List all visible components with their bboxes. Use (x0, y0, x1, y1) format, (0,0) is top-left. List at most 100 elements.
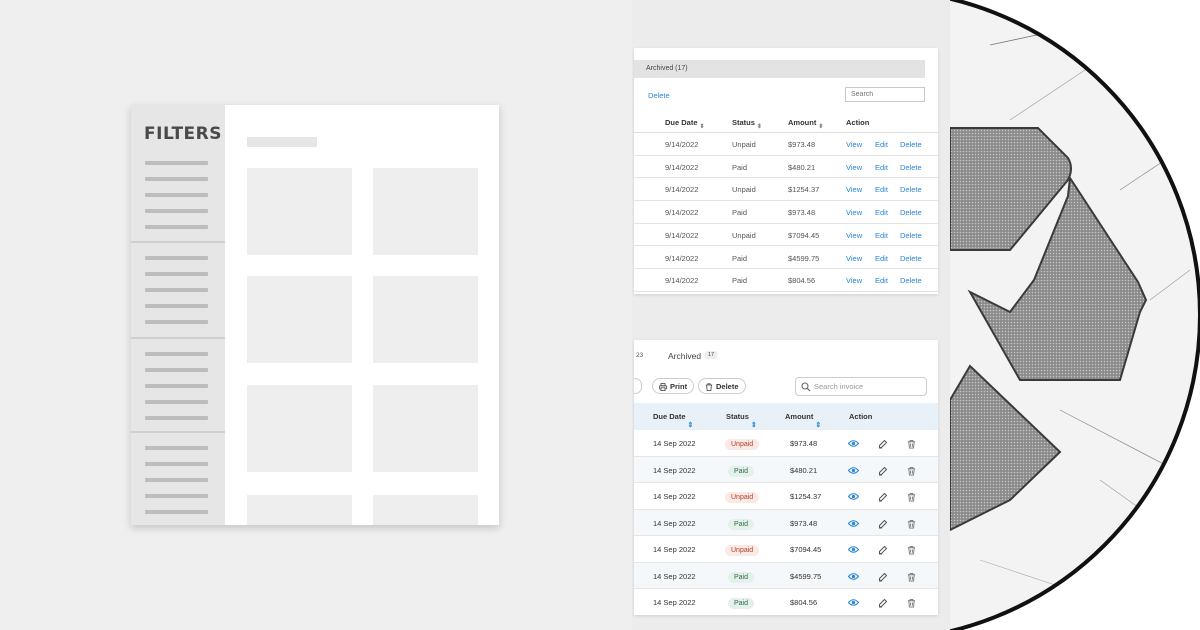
edit-icon[interactable] (878, 492, 888, 504)
edit-icon[interactable] (878, 598, 888, 610)
content-tile (373, 495, 478, 525)
table-row: 14 Sep 2022 Paid $973.48 (634, 509, 938, 536)
filter-line (145, 462, 208, 466)
eye-icon[interactable] (847, 492, 860, 503)
trash-icon[interactable] (907, 545, 916, 557)
delete-link[interactable]: Delete (900, 163, 922, 172)
table-row: 14 Sep 2022 Unpaid $1254.37 (634, 483, 938, 510)
sort-icon: ⇕ (687, 422, 694, 429)
filters-title: FILTERS (144, 124, 222, 144)
due-date-cell: 9/14/2022 (665, 208, 699, 218)
edit-link[interactable]: Edit (875, 163, 888, 172)
eye-icon[interactable] (847, 572, 860, 583)
edit-link[interactable]: Edit (875, 185, 888, 194)
filter-line (145, 494, 208, 498)
eye-icon[interactable] (847, 439, 860, 450)
table-row: 9/14/2022 Paid $480.21 View Edit Delete (634, 156, 938, 179)
filter-line (145, 400, 208, 404)
status-cell: Paid (732, 162, 748, 172)
status-cell: Paid (732, 253, 748, 263)
edit-icon[interactable] (878, 439, 888, 451)
view-link[interactable]: View (846, 276, 862, 285)
eye-icon[interactable] (847, 545, 860, 556)
delete-link[interactable]: Delete (900, 276, 922, 285)
edit-link[interactable]: Edit (875, 140, 888, 149)
table-row: 9/14/2022 Unpaid $7094.45 View Edit Delete (634, 224, 938, 247)
status-cell: Paid (732, 276, 748, 286)
column-header-due-date[interactable]: Due Date ⬍ (665, 118, 705, 130)
view-link[interactable]: View (846, 208, 862, 217)
new-invoice-table: 23 Archived 17 Print Delete Search invoi… (634, 340, 938, 615)
due-date-cell: 9/14/2022 (665, 253, 699, 263)
tab-archived[interactable]: Archived (17) (646, 65, 688, 72)
status-badge: Unpaid (725, 492, 760, 503)
edit-icon[interactable] (878, 572, 888, 584)
view-link[interactable]: View (846, 163, 862, 172)
trash-icon[interactable] (907, 466, 916, 478)
status-badge: Unpaid (725, 545, 760, 556)
print-button[interactable]: Print (652, 378, 695, 394)
eye-icon[interactable] (847, 598, 860, 609)
trash-icon[interactable] (907, 519, 916, 531)
delete-link[interactable]: Delete (900, 185, 922, 194)
view-link[interactable]: View (846, 185, 862, 194)
filters-wireframe-panel: FILTERS (0, 0, 632, 630)
eye-icon[interactable] (847, 519, 860, 530)
search-icon (801, 382, 811, 392)
table-row: 9/14/2022 Unpaid $973.48 View Edit Delete (634, 133, 938, 156)
sort-icon: ⬍ (818, 124, 824, 130)
view-link[interactable]: View (846, 140, 862, 149)
invoice-tables-panel: Archived (17) Delete Due Date⬍ Status⬍ A… (632, 0, 950, 630)
delete-link[interactable]: Delete (900, 231, 922, 240)
table-row: 14 Sep 2022 Unpaid $973.48 (634, 430, 938, 457)
edit-link[interactable]: Edit (875, 276, 888, 285)
column-header-status[interactable]: Status ⬍ (732, 118, 762, 130)
due-date-cell: 9/14/2022 (665, 230, 699, 240)
tab-archived[interactable]: Archived (668, 351, 701, 361)
trash-icon[interactable] (907, 439, 916, 451)
delete-button[interactable]: Delete (698, 378, 746, 394)
trash-icon[interactable] (907, 598, 916, 610)
trash-icon[interactable] (907, 572, 916, 584)
column-header-due-date[interactable]: Due Date ⇕ (653, 412, 693, 429)
column-header-amount[interactable]: Amount ⬍ (788, 118, 823, 130)
delete-link[interactable]: Delete (900, 140, 922, 149)
column-header-status[interactable]: Status ⇕ (726, 412, 757, 429)
eye-icon[interactable] (847, 466, 860, 477)
sort-icon: ⇕ (815, 422, 822, 429)
tab-all-count[interactable]: 23 (636, 352, 643, 359)
due-date-cell: 14 Sep 2022 (653, 518, 696, 528)
edit-icon[interactable] (878, 545, 888, 557)
trash-icon[interactable] (907, 492, 916, 504)
content-tile (373, 385, 478, 472)
partial-button[interactable] (634, 378, 642, 394)
due-date-cell: 9/14/2022 (665, 140, 699, 149)
content-tile (247, 385, 352, 472)
search-field[interactable]: Search invoice (795, 377, 927, 396)
content-tile (247, 276, 352, 363)
edit-icon[interactable] (878, 466, 888, 478)
filter-line (145, 161, 208, 165)
old-invoice-table: Archived (17) Delete Due Date⬍ Status⬍ A… (634, 48, 938, 294)
view-link[interactable]: View (846, 254, 862, 263)
edit-link[interactable]: Edit (875, 231, 888, 240)
view-link[interactable]: View (846, 231, 862, 240)
search-input[interactable] (845, 87, 925, 102)
table-row: 14 Sep 2022 Paid $480.21 (634, 456, 938, 483)
table-row: 9/14/2022 Unpaid $1254.37 View Edit Delete (634, 178, 938, 202)
delete-link[interactable]: Delete (900, 254, 922, 263)
edit-link[interactable]: Edit (875, 208, 888, 217)
edit-link[interactable]: Edit (875, 254, 888, 263)
content-tile (247, 495, 352, 525)
filter-line (145, 446, 208, 450)
delete-link[interactable]: Delete (900, 208, 922, 217)
status-cell: Unpaid (732, 230, 756, 240)
old-tab-bar: Archived (17) (634, 60, 925, 78)
column-header-amount[interactable]: Amount ⇕ (785, 412, 821, 429)
filter-line (145, 478, 208, 482)
tab-archived-badge: 17 (705, 351, 718, 359)
filter-group (131, 241, 225, 337)
amount-cell: $480.21 (790, 465, 818, 475)
edit-icon[interactable] (878, 519, 888, 531)
bulk-delete-link[interactable]: Delete (648, 91, 670, 100)
